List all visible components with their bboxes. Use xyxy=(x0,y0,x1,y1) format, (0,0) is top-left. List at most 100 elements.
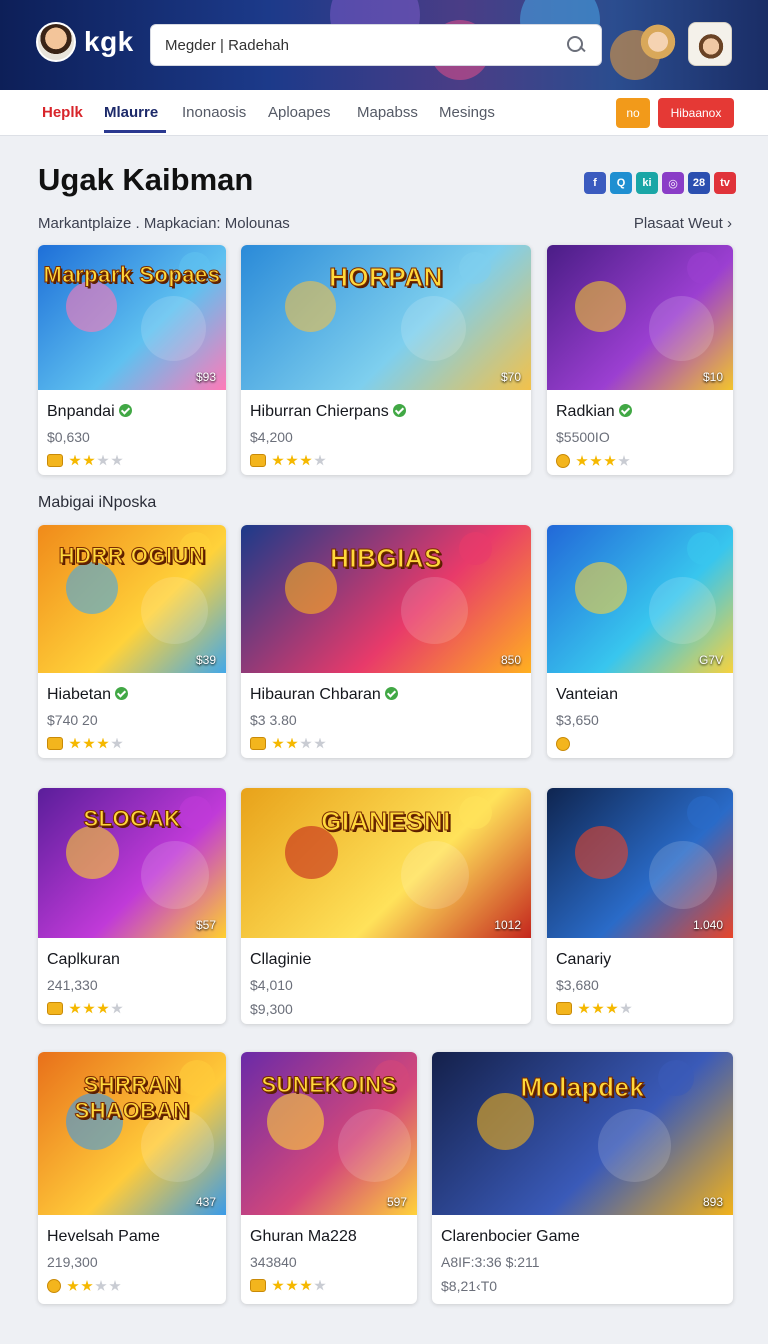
rating xyxy=(250,454,326,467)
logo-text[interactable]: kgk xyxy=(84,26,134,58)
tab-mesings[interactable]: Mesings xyxy=(439,104,495,121)
facebook-icon[interactable]: f xyxy=(584,172,606,194)
coin-icon xyxy=(250,737,266,750)
product-card[interactable]: G7V Vanteian $3,650 xyxy=(547,525,733,758)
thumbnail-decoration xyxy=(338,1109,411,1182)
tab-heplk[interactable]: Heplk xyxy=(42,104,83,121)
product-thumbnail[interactable]: HDRR OGIUN $39 xyxy=(38,525,226,673)
coin-icon xyxy=(47,454,63,467)
product-card[interactable]: Molapdek 893 Clarenbocier Game A8IF:3:36 $:… xyxy=(432,1052,733,1304)
product-thumbnail[interactable]: HORPAN $70 xyxy=(241,245,531,390)
thumbnail-decoration xyxy=(66,562,118,614)
product-card[interactable]: GIANESNI 1012 Cllaginie $4,010 $9,300 xyxy=(241,788,531,1024)
rating xyxy=(250,1279,326,1292)
product-card[interactable]: SUNEKOINS 597 Ghuran Ma228 343840 xyxy=(241,1052,417,1304)
product-card[interactable]: 1.040 Canariy $3,680 xyxy=(547,788,733,1024)
price-badge: G7V xyxy=(698,653,723,667)
instagram-icon[interactable]: ◎ xyxy=(662,172,684,194)
search-social-icon[interactable]: Q xyxy=(610,172,632,194)
product-name[interactable]: Bnpandai xyxy=(47,403,132,421)
kick-icon[interactable]: ki xyxy=(636,172,658,194)
tab-mlaurre[interactable]: Mlaurre xyxy=(104,104,158,121)
page-title: Ugak Kaibman xyxy=(38,162,254,197)
video-icon[interactable]: tv xyxy=(714,172,736,194)
logo-avatar[interactable] xyxy=(36,22,76,62)
small-action-button[interactable]: no xyxy=(616,98,650,128)
coin-icon xyxy=(47,1279,61,1293)
search-input[interactable] xyxy=(165,36,565,54)
rating xyxy=(47,737,123,750)
product-thumbnail[interactable]: SLOGAK $57 xyxy=(38,788,226,938)
breadcrumb[interactable]: Markantplaize . Mapkacian: Molounas xyxy=(38,215,290,232)
rating xyxy=(556,1002,632,1015)
product-name[interactable]: Ghuran Ma228 xyxy=(250,1228,357,1246)
tab-aploapes[interactable]: Aploapes xyxy=(268,104,331,121)
product-name[interactable]: Caplkuran xyxy=(47,951,120,969)
product-thumbnail[interactable]: Marpark Sopaes $93 xyxy=(38,245,226,390)
thumbnail-title: GIANESNI xyxy=(321,806,451,837)
product-thumbnail[interactable]: GIANESNI 1012 xyxy=(241,788,531,938)
product-name[interactable]: Hiabetan xyxy=(47,686,129,704)
star-icon xyxy=(69,454,81,466)
verified-icon xyxy=(115,687,129,700)
price-badge: 1012 xyxy=(494,918,521,932)
thumbnail-decoration xyxy=(401,296,466,361)
rating xyxy=(250,737,326,750)
rating xyxy=(556,737,574,751)
section-label: Mabigai iNposka xyxy=(38,494,157,511)
product-name[interactable]: Hiburran Chierpans xyxy=(250,403,406,421)
tab-inonaosis[interactable]: Inonaosis xyxy=(182,104,246,121)
product-card[interactable]: HDRR OGIUN $39 Hiabetan $740 20 xyxy=(38,525,226,758)
see-all-link[interactable]: Plasaat Weut › xyxy=(634,215,732,232)
product-card[interactable]: $10 Radkian $5500IO xyxy=(547,245,733,475)
primary-action-button[interactable]: Hibaanox xyxy=(658,98,734,128)
product-thumbnail[interactable]: $10 xyxy=(547,245,733,390)
user-avatar-girl[interactable] xyxy=(636,22,680,66)
product-thumbnail[interactable]: G7V xyxy=(547,525,733,673)
search-icon[interactable] xyxy=(565,34,587,56)
product-card[interactable]: HIBGIAS 850 Hibauran Chbaran $3 3.80 xyxy=(241,525,531,758)
product-card[interactable]: Marpark Sopaes $93 Bnpandai $0,630 xyxy=(38,245,226,475)
product-thumbnail[interactable]: SUNEKOINS 597 xyxy=(241,1052,417,1215)
social-28-icon[interactable]: 28 xyxy=(688,172,710,194)
thumbnail-decoration xyxy=(141,296,206,361)
price-badge: $10 xyxy=(702,370,723,384)
star-icon xyxy=(300,737,312,749)
star-icon xyxy=(590,455,602,466)
star-icon xyxy=(97,737,109,749)
profile-avatar[interactable] xyxy=(688,22,732,66)
star-icon xyxy=(67,1280,79,1291)
star-icon xyxy=(314,454,326,466)
product-name[interactable]: Clarenbocier Game xyxy=(441,1228,580,1246)
product-card[interactable]: SLOGAK $57 Caplkuran 241,330 xyxy=(38,788,226,1024)
star-icon xyxy=(272,1279,284,1291)
coin-icon xyxy=(250,1279,266,1292)
product-price: $3,680 xyxy=(556,977,599,993)
product-thumbnail[interactable]: Molapdek 893 xyxy=(432,1052,733,1215)
price-badge: $93 xyxy=(195,370,216,384)
rating xyxy=(47,454,123,467)
product-name[interactable]: Vanteian xyxy=(556,686,618,704)
coin-icon xyxy=(556,1002,572,1015)
product-thumbnail[interactable]: 1.040 xyxy=(547,788,733,938)
star-icon xyxy=(69,737,81,749)
product-card[interactable]: SHRRAN SHAOBAN 437 Hevelsah Pame 219,300 xyxy=(38,1052,226,1304)
product-price: 343840 xyxy=(250,1254,297,1270)
top-header: kgk xyxy=(0,0,768,90)
product-thumbnail[interactable]: HIBGIAS 850 xyxy=(241,525,531,673)
price-badge: 850 xyxy=(500,653,521,667)
rating xyxy=(556,454,630,468)
product-name[interactable]: Radkian xyxy=(556,403,632,421)
product-name[interactable]: Cllaginie xyxy=(250,951,311,969)
product-name[interactable]: Canariy xyxy=(556,951,611,969)
product-price-secondary: $8,21‹T0 xyxy=(441,1278,498,1294)
star-icon xyxy=(286,454,298,466)
search-bar[interactable] xyxy=(150,24,602,66)
coin-icon xyxy=(250,454,266,467)
product-name[interactable]: Hibauran Chbaran xyxy=(250,686,398,704)
tab-mapabss[interactable]: Mapabss xyxy=(357,104,418,121)
product-card[interactable]: HORPAN $70 Hiburran Chierpans $4,200 xyxy=(241,245,531,475)
product-name[interactable]: Hevelsah Pame xyxy=(47,1228,160,1246)
thumbnail-decoration xyxy=(575,562,627,614)
product-thumbnail[interactable]: SHRRAN SHAOBAN 437 xyxy=(38,1052,226,1215)
